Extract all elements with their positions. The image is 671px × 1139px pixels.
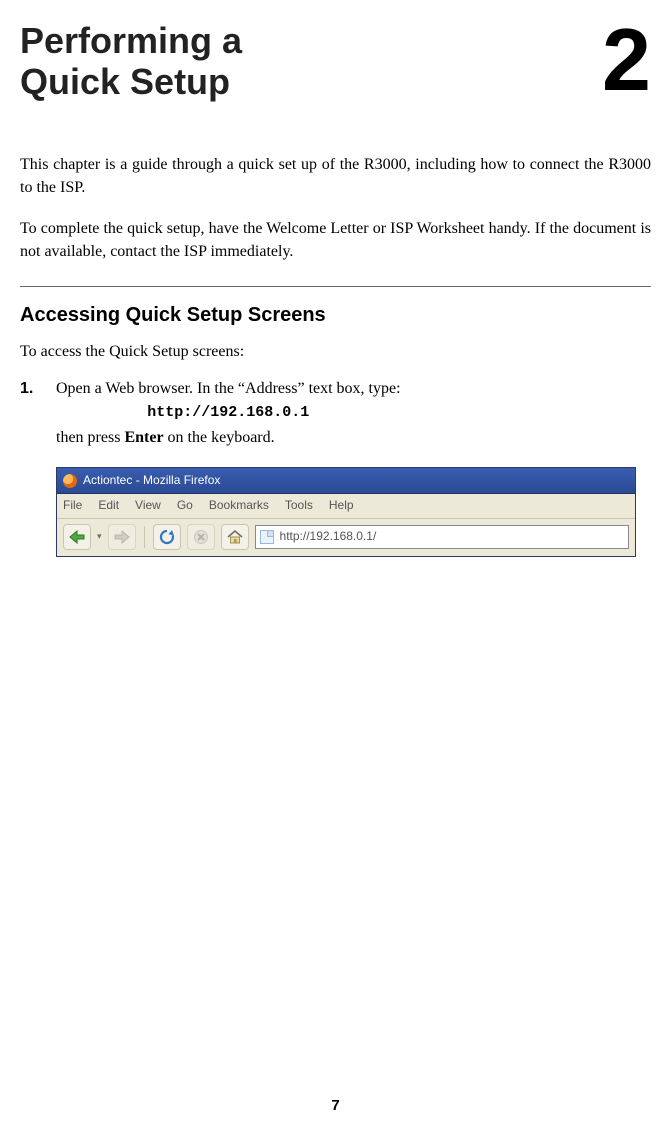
chapter-number: 2 (602, 20, 651, 99)
browser-window-title: Actiontec - Mozilla Firefox (83, 472, 220, 489)
page-icon (260, 530, 274, 544)
back-dropdown-icon[interactable]: ▾ (97, 530, 102, 543)
step-line-b: then press Enter on the keyboard. (56, 429, 275, 446)
step-line-a: Open a Web browser. In the “Address” tex… (56, 380, 401, 397)
menu-go[interactable]: Go (177, 497, 193, 514)
browser-window: Actiontec - Mozilla Firefox File Edit Vi… (56, 467, 636, 557)
menu-view[interactable]: View (135, 497, 161, 514)
forward-arrow-icon (113, 529, 131, 545)
menu-edit[interactable]: Edit (98, 497, 119, 514)
step-line-b-after: on the keyboard. (164, 429, 275, 446)
browser-toolbar: ▾ http:// (57, 519, 635, 556)
section-lead: To access the Quick Setup screens: (20, 340, 651, 363)
forward-button[interactable] (108, 524, 136, 550)
back-button[interactable] (63, 524, 91, 550)
page-number: 7 (0, 1095, 671, 1117)
browser-menubar: File Edit View Go Bookmarks Tools Help (57, 494, 635, 518)
chapter-title: Performing a Quick Setup (20, 20, 242, 103)
step-line-b-before: then press (56, 429, 124, 446)
chapter-title-line1: Performing a (20, 20, 242, 61)
menu-bookmarks[interactable]: Bookmarks (209, 497, 269, 514)
firefox-icon (63, 474, 77, 488)
step-number: 1. (20, 377, 42, 400)
toolbar-separator (144, 526, 145, 548)
intro-paragraph-1: This chapter is a guide through a quick … (20, 153, 651, 199)
step-body: Open a Web browser. In the “Address” tex… (56, 377, 401, 449)
step-line-b-strong: Enter (124, 429, 163, 446)
step-url: http://192.168.0.1 (56, 402, 401, 424)
browser-titlebar: Actiontec - Mozilla Firefox (57, 468, 635, 494)
menu-help[interactable]: Help (329, 497, 354, 514)
home-button[interactable] (221, 524, 249, 550)
address-bar[interactable]: http://192.168.0.1/ (255, 525, 629, 549)
stop-icon (193, 529, 209, 545)
menu-tools[interactable]: Tools (285, 497, 313, 514)
reload-icon (158, 528, 176, 546)
chapter-title-line2: Quick Setup (20, 61, 230, 102)
section-heading-accessing: Accessing Quick Setup Screens (20, 301, 651, 330)
intro-paragraph-2: To complete the quick setup, have the We… (20, 217, 651, 263)
back-arrow-icon (68, 529, 86, 545)
home-icon (226, 529, 244, 545)
stop-button[interactable] (187, 524, 215, 550)
reload-button[interactable] (153, 524, 181, 550)
address-bar-value: http://192.168.0.1/ (280, 528, 377, 545)
section-divider (20, 286, 651, 287)
menu-file[interactable]: File (63, 497, 82, 514)
step-1: 1. Open a Web browser. In the “Address” … (20, 377, 651, 449)
